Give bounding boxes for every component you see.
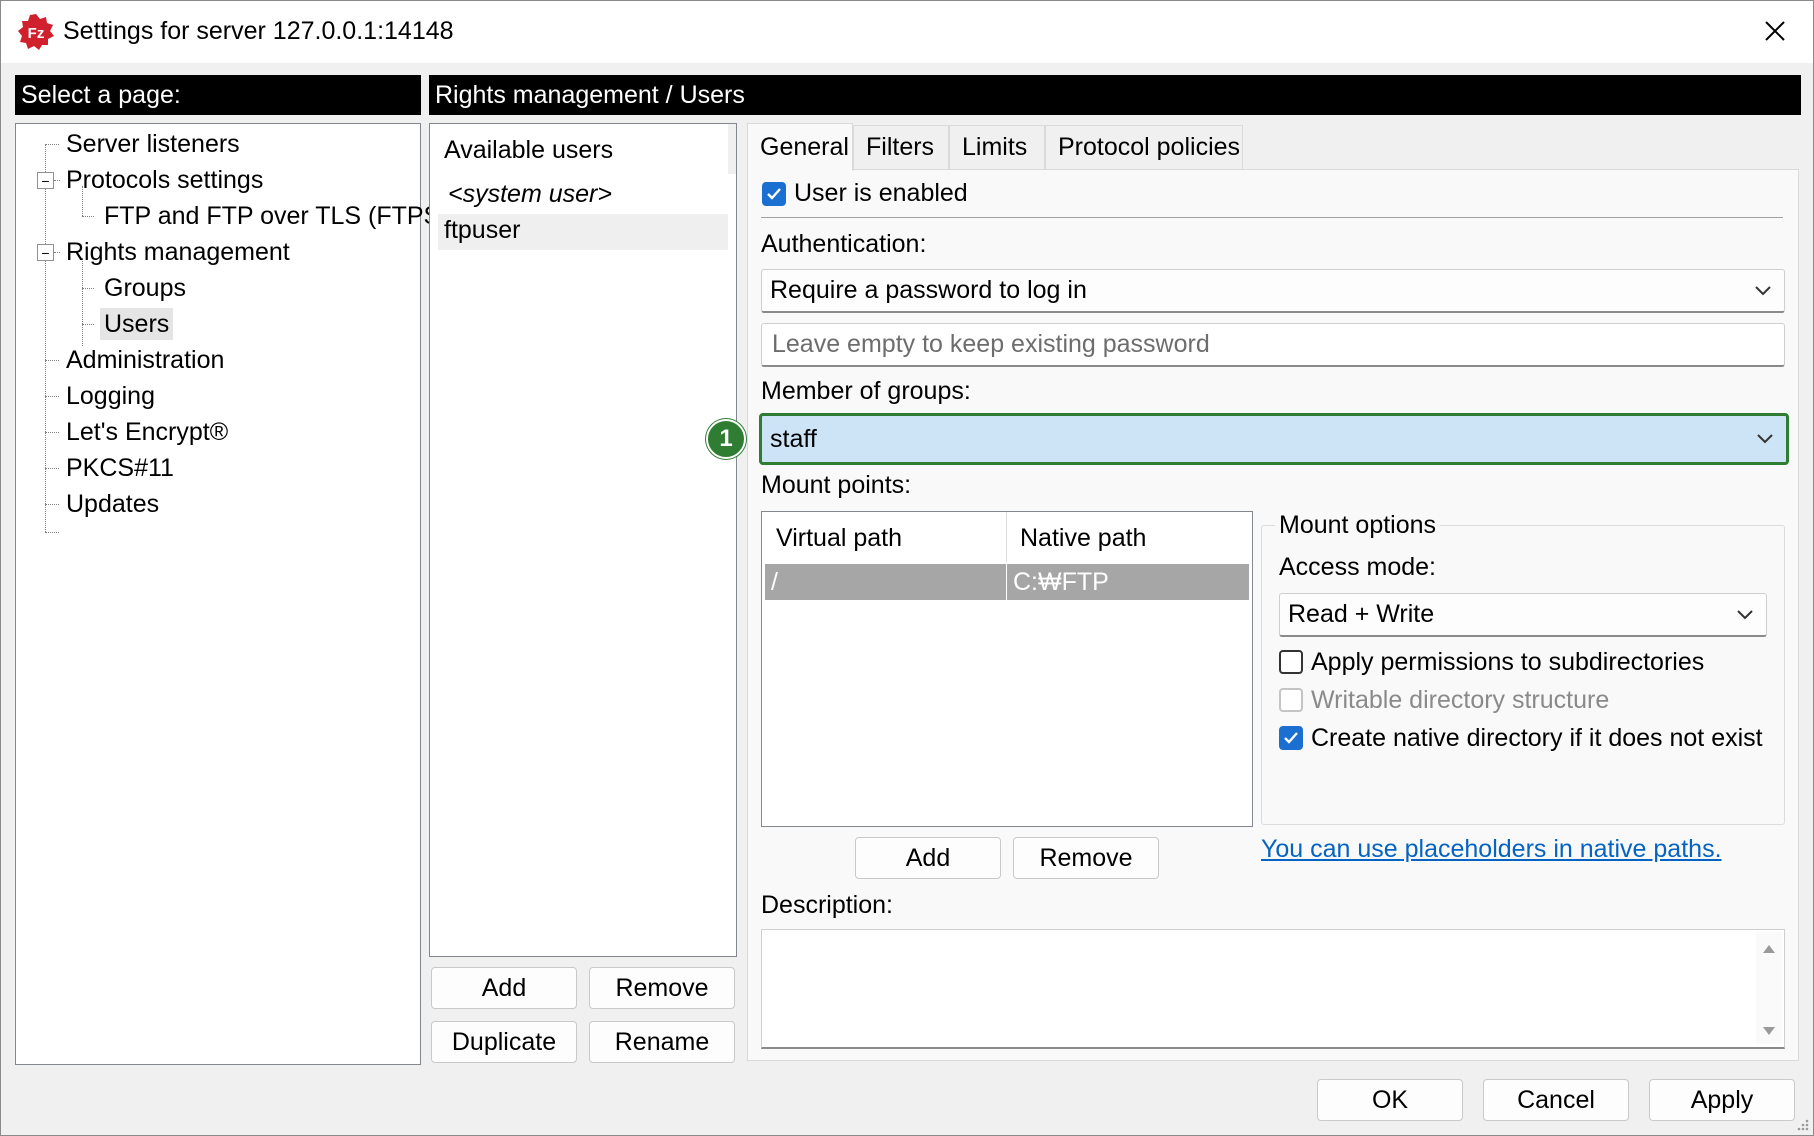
add-mount-button[interactable]: Add	[855, 837, 1001, 879]
member-of-groups-value: staff	[770, 424, 817, 453]
cell-virtual-path: /	[771, 568, 778, 596]
ok-button[interactable]: OK	[1317, 1079, 1463, 1121]
scroll-down-icon[interactable]	[1762, 1026, 1776, 1036]
users-list: Available users <system user> ftpuser	[429, 123, 737, 957]
annotation-badge: 1	[706, 419, 746, 459]
close-button[interactable]	[1755, 11, 1795, 51]
member-of-groups-select[interactable]: staff	[759, 413, 1789, 465]
tree-item-server-listeners[interactable]: Server listeners	[66, 128, 240, 160]
page-list-header: Select a page:	[15, 75, 421, 115]
column-virtual-path[interactable]: Virtual path	[776, 524, 902, 553]
close-icon	[1765, 21, 1785, 41]
chevron-down-icon	[1737, 609, 1753, 619]
apply-permissions-checkbox[interactable]	[1279, 650, 1303, 674]
create-native-label: Create native directory if it does not e…	[1311, 724, 1763, 752]
svg-text:Fz: Fz	[28, 25, 45, 42]
remove-user-button[interactable]: Remove	[589, 967, 735, 1009]
checkmark-icon	[1284, 732, 1298, 744]
title-bar: Fz Settings for server 127.0.0.1:14148	[1, 1, 1813, 63]
mount-points-table: Virtual path Native path / C:₩FTP	[761, 511, 1253, 827]
member-of-groups-label: Member of groups:	[761, 377, 971, 405]
user-enabled-checkbox[interactable]	[762, 182, 786, 206]
filezilla-server-icon: Fz	[18, 14, 54, 50]
window-title: Settings for server 127.0.0.1:14148	[63, 17, 454, 45]
tree-item-users[interactable]: Users	[100, 308, 174, 340]
authentication-label: Authentication:	[761, 230, 927, 258]
create-native-checkbox[interactable]	[1279, 726, 1303, 750]
duplicate-user-button[interactable]: Duplicate	[431, 1021, 577, 1063]
scroll-up-icon[interactable]	[1762, 944, 1776, 954]
access-mode-value: Read + Write	[1288, 600, 1435, 628]
column-native-path[interactable]: Native path	[1020, 524, 1146, 553]
page-header: Rights management / Users	[429, 75, 1801, 115]
rename-user-button[interactable]: Rename	[589, 1021, 735, 1063]
mount-options-title: Mount options	[1275, 511, 1441, 540]
tree-item-rights-management[interactable]: Rights management	[66, 236, 290, 268]
tab-limits[interactable]: Limits	[949, 125, 1045, 169]
list-item-system-user[interactable]: <system user>	[448, 180, 612, 209]
writable-structure-label: Writable directory structure	[1311, 686, 1610, 714]
password-placeholder: Leave empty to keep existing password	[772, 330, 1210, 358]
tree-item-ftp-ftps[interactable]: FTP and FTP over TLS (FTPS)	[104, 200, 449, 232]
tab-general[interactable]: General	[747, 123, 853, 171]
tab-protocol-policies[interactable]: Protocol policies	[1045, 125, 1243, 169]
rights-expander[interactable]: −	[37, 244, 54, 261]
list-item-ftpuser[interactable]: ftpuser	[444, 216, 520, 245]
tree-item-protocols-settings[interactable]: Protocols settings	[66, 164, 263, 196]
apply-button[interactable]: Apply	[1649, 1079, 1795, 1121]
tab-filters[interactable]: Filters	[853, 125, 949, 169]
chevron-down-icon	[1757, 434, 1773, 444]
mount-points-label: Mount points:	[761, 471, 912, 499]
users-list-header: Available users	[444, 136, 614, 164]
add-user-button[interactable]: Add	[431, 967, 577, 1009]
tree-item-administration[interactable]: Administration	[66, 344, 224, 376]
tree-item-logging[interactable]: Logging	[66, 380, 155, 412]
tree-item-updates[interactable]: Updates	[66, 488, 159, 520]
cancel-button[interactable]: Cancel	[1483, 1079, 1629, 1121]
tree-item-pkcs11[interactable]: PKCS#11	[66, 452, 174, 484]
user-enabled-label: User is enabled	[794, 179, 968, 207]
page-tree: − − Server listeners Protocols settings …	[15, 123, 449, 1065]
settings-dialog: Fz Settings for server 127.0.0.1:14148 S…	[0, 0, 1814, 1136]
tree-item-lets-encrypt[interactable]: Let's Encrypt®	[66, 416, 228, 448]
description-label: Description:	[761, 891, 893, 919]
placeholders-link[interactable]: You can use placeholders in native paths…	[1261, 835, 1722, 864]
access-mode-select[interactable]: Read + Write	[1279, 593, 1767, 637]
checkmark-icon	[767, 188, 781, 200]
resize-grip-icon[interactable]	[1795, 1117, 1809, 1131]
password-input[interactable]: Leave empty to keep existing password	[761, 323, 1785, 367]
description-scrollbar[interactable]	[1756, 932, 1782, 1044]
chevron-down-icon	[1755, 285, 1771, 295]
authentication-select[interactable]: Require a password to log in	[761, 269, 1785, 313]
tree-item-groups[interactable]: Groups	[104, 272, 186, 304]
apply-permissions-label: Apply permissions to subdirectories	[1311, 648, 1705, 676]
access-mode-label: Access mode:	[1279, 553, 1437, 581]
description-textarea[interactable]	[761, 929, 1785, 1049]
protocols-expander[interactable]: −	[37, 172, 54, 189]
writable-structure-checkbox	[1279, 688, 1303, 712]
authentication-value: Require a password to log in	[770, 276, 1087, 304]
cell-native-path: C:₩FTP	[1013, 568, 1109, 596]
table-row[interactable]: / C:₩FTP	[765, 564, 1249, 600]
remove-mount-button[interactable]: Remove	[1013, 837, 1159, 879]
